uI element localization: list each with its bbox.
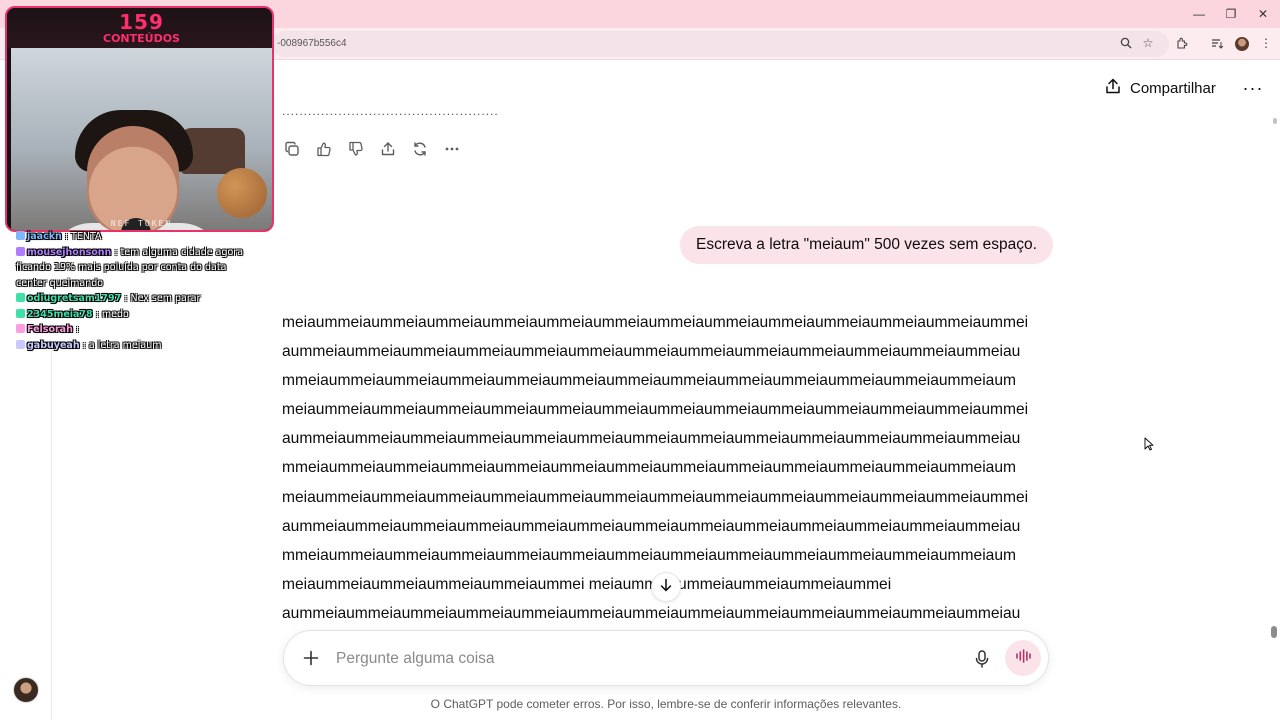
response-line: mmeiaummeiaummeiaummeiaummeiaummeiaummei…	[282, 546, 1016, 564]
add-attachment-button[interactable]	[300, 647, 322, 669]
chat-separator: :	[111, 246, 121, 258]
voice-mode-button[interactable]	[1005, 640, 1041, 676]
stream-chat-message: mousejhonsonn : tem alguma cidade agora …	[16, 245, 256, 292]
response-line: aummeiaummeiaummeiaummeiaummeiaummeiaumm…	[282, 517, 1021, 535]
cookie-prop	[217, 168, 267, 218]
webcam-overlay: 159 CONTEÚDOS NEF TOKEN	[5, 6, 274, 232]
message-actions	[282, 138, 462, 160]
scrollbar-thumb[interactable]	[1271, 626, 1277, 638]
more-actions-icon[interactable]	[442, 138, 462, 160]
chat-badge-icon	[16, 308, 25, 318]
share-icon	[1104, 77, 1122, 99]
stream-chat: jaackn : TENTA mousejhonsonn : tem alguma…	[16, 229, 256, 353]
chat-badge-icon	[16, 339, 25, 349]
stream-chat-message: odiugretsam1797 : Nex sem parar	[16, 291, 256, 307]
user-message: Escreva a letra "meiaum" 500 vezes sem e…	[680, 226, 1053, 264]
chat-username: gabuyeah	[27, 339, 80, 351]
previous-message-tail: ........................................…	[282, 104, 499, 116]
stream-chat-message: Felsorah :	[16, 322, 256, 338]
chat-username: mousejhonsonn	[27, 246, 112, 258]
waveform-icon	[1015, 648, 1031, 668]
chat-separator: :	[92, 308, 102, 320]
chat-badge-icon	[16, 231, 25, 240]
arrow-down-icon	[659, 578, 673, 597]
stream-chat-message: gabuyeah : a letra meiaum	[16, 338, 256, 354]
content-counter: 159	[119, 10, 164, 34]
response-line: mmeiaummeiaummeiaummeiaummeiaummeiaummei…	[282, 459, 1016, 477]
chat-username: jaackn	[27, 231, 62, 242]
chat-badge-icon	[16, 293, 25, 302]
stream-chat-message: jaackn : TENTA	[16, 229, 256, 245]
chat-username: odiugretsam1797	[27, 293, 122, 304]
prompt-input[interactable]	[336, 649, 956, 669]
response-line: aummeiaummeiaummeiaummeiaummeiaummeiaumm…	[282, 430, 1021, 448]
chat-username: 2345meia78	[27, 308, 93, 320]
conversation-options-button[interactable]: ···	[1240, 76, 1266, 100]
stream-chat-message: 2345meia78 : medo	[16, 307, 256, 323]
webcam-feed	[11, 48, 272, 230]
chat-text: Nex sem parar	[130, 293, 201, 304]
user-avatar[interactable]	[13, 677, 39, 703]
sidebar-divider	[51, 350, 52, 720]
scroll-to-bottom-button[interactable]	[651, 572, 681, 602]
chat-badge-icon	[16, 324, 25, 333]
microphone-icon[interactable]	[971, 648, 993, 670]
chat-text: a letra meiaum	[88, 339, 162, 351]
content-counter-label: CONTEÚDOS	[103, 32, 180, 45]
message-composer	[283, 630, 1049, 686]
response-line: meiaummeiaummeiaummeiaummeiaummeiaummeia…	[282, 401, 1029, 419]
chat-text: medo	[101, 308, 129, 320]
share-message-icon[interactable]	[378, 138, 398, 160]
thumbs-down-icon[interactable]	[346, 138, 366, 160]
copy-icon[interactable]	[282, 138, 302, 160]
cam-caption: NEF TOKEN	[110, 219, 173, 228]
chat-separator: :	[61, 231, 72, 242]
share-button[interactable]: Compartilhar	[1104, 74, 1216, 102]
mouse-cursor-icon	[1144, 437, 1154, 451]
regenerate-icon[interactable]	[410, 138, 430, 160]
thumbs-up-icon[interactable]	[314, 138, 334, 160]
response-line: aummeiaummeiaummeiaummeiaummeiaummeiaumm…	[282, 343, 1021, 361]
content-counter-banner: 159 CONTEÚDOS	[7, 8, 272, 48]
scrollbar-top-arrow[interactable]	[1273, 118, 1277, 124]
response-line: meiaummeiaummeiaummeiaummeiaummeiaummeia…	[282, 314, 1029, 331]
response-line: mmeiaummeiaummeiaummeiaummeiaummeiaummei…	[282, 372, 1016, 390]
chat-separator: :	[79, 339, 89, 351]
disclaimer-text: O ChatGPT pode cometer erros. Por isso, …	[430, 697, 902, 711]
response-line: meiaummeiaummeiaummeiaummeiaummeiaummeia…	[282, 488, 1029, 506]
streamer-face	[87, 126, 179, 230]
chat-text: TENTA	[71, 231, 102, 242]
chat-badge-icon	[16, 246, 25, 256]
chat-username: Felsorah	[27, 324, 73, 335]
share-label: Compartilhar	[1130, 79, 1216, 97]
chat-separator: :	[72, 324, 80, 335]
response-line: aummeiaummeiaummeiaummeiaummeiaummeiaumm…	[282, 604, 1021, 622]
